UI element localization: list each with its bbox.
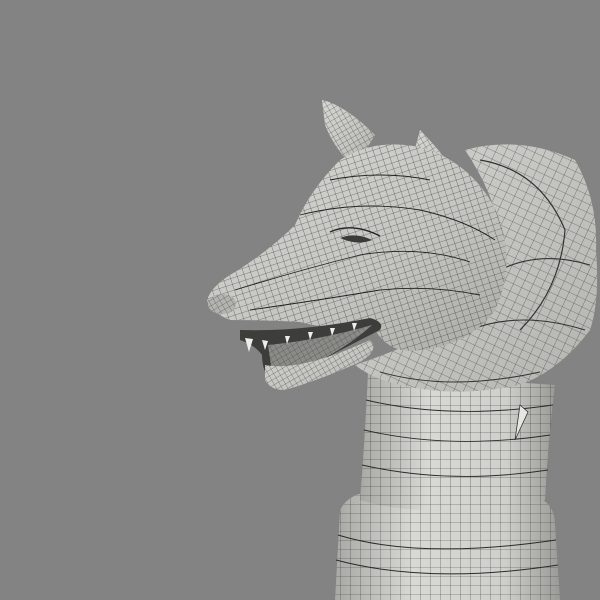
pillar xyxy=(360,372,555,510)
render-viewport xyxy=(0,0,600,600)
wolf-chess-piece-render xyxy=(207,100,598,600)
